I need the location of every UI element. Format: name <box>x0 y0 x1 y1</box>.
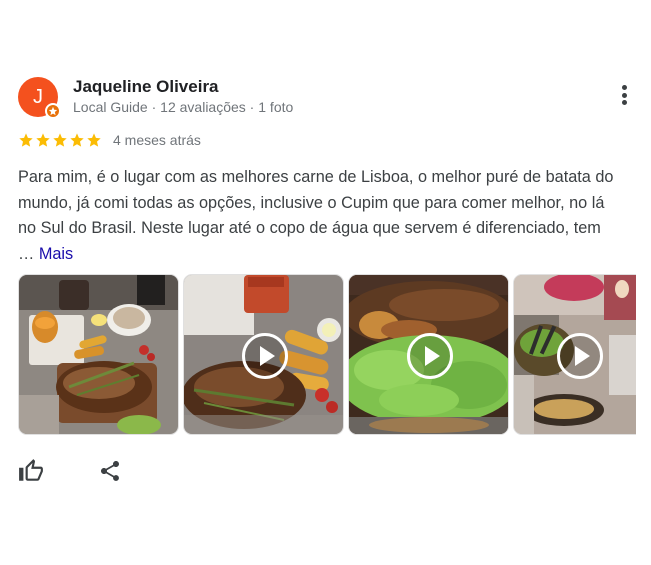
author-name[interactable]: Jaqueline Oliveira <box>73 77 219 97</box>
photo-count: 1 foto <box>258 99 294 115</box>
play-icon <box>557 332 603 379</box>
more-vert-icon[interactable] <box>620 85 628 109</box>
share-icon[interactable] <box>98 458 124 484</box>
meta-separator: · <box>147 99 161 115</box>
meta-separator: · <box>245 99 259 115</box>
author-meta: Local Guide · 12 avaliações · 1 foto <box>73 99 293 115</box>
avatar-letter: J <box>33 86 43 108</box>
review-video[interactable] <box>183 274 344 435</box>
review-video[interactable] <box>513 274 636 435</box>
photo-strip <box>18 274 636 435</box>
local-guide-star-icon <box>45 103 61 119</box>
play-icon <box>406 332 453 379</box>
play-icon <box>241 332 288 379</box>
star-icon <box>53 133 67 147</box>
avatar[interactable]: J <box>18 77 61 119</box>
review-body: Para mim, é o lugar com as melhores carn… <box>18 168 614 263</box>
more-link[interactable]: Mais <box>39 245 73 263</box>
star-icon <box>70 133 84 147</box>
star-rating <box>18 132 102 148</box>
rating-row: 4 meses atrás <box>18 132 201 148</box>
review-actions <box>18 458 124 484</box>
local-guide-label: Local Guide <box>73 99 148 115</box>
star-icon <box>19 133 33 147</box>
review-video[interactable] <box>348 274 509 435</box>
review-text: Para mim, é o lugar com as melhores carn… <box>18 165 618 267</box>
thumb-up-icon[interactable] <box>18 458 44 484</box>
review-photo[interactable] <box>18 274 179 435</box>
star-icon <box>36 133 50 147</box>
review-count: 12 avaliações <box>160 99 246 115</box>
star-icon <box>87 133 101 147</box>
review-date: 4 meses atrás <box>113 132 201 148</box>
